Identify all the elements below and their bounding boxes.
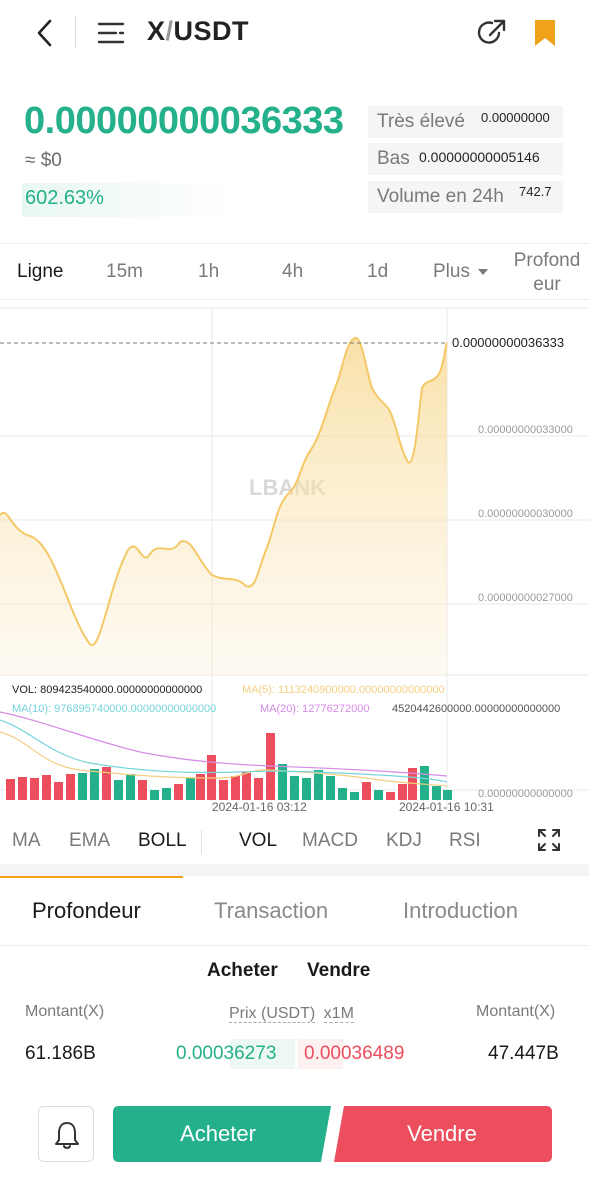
- price-tag: 0.00000000036333: [452, 335, 564, 350]
- tab-1d[interactable]: 1d: [367, 261, 388, 283]
- vol-zero-label: 0.00000000000000: [478, 788, 573, 800]
- menu-list-icon[interactable]: [97, 20, 125, 46]
- bid-price[interactable]: 0.00036273: [176, 1043, 276, 1065]
- price-area: [0, 337, 447, 675]
- stat-high-label: Très élevé: [377, 111, 465, 132]
- indicator-kdj[interactable]: KDJ: [386, 830, 422, 852]
- ma10-line: [0, 719, 448, 783]
- alert-button[interactable]: [38, 1106, 94, 1162]
- tab-depth[interactable]: Profond eur: [510, 249, 584, 297]
- price-multiplier: x1M: [323, 1005, 354, 1023]
- vol-max-label: 4520442600000.00000000000000: [392, 703, 560, 715]
- active-tab-indicator: [0, 876, 183, 878]
- stat-low-value: 0.00000000005146: [419, 149, 540, 165]
- stat-volume-value: 742.7: [519, 184, 552, 199]
- ma5-legend: MA(5): 1113240900000.00000000000000: [242, 684, 445, 696]
- share-external-icon[interactable]: [476, 17, 508, 49]
- ask-amount: 47.447B: [488, 1043, 559, 1064]
- tab-15m[interactable]: 15m: [106, 261, 143, 283]
- vol-legend: VOL: 809423540000.00000000000000: [12, 684, 202, 696]
- caret-down-icon: [478, 268, 489, 275]
- fullscreen-icon[interactable]: [537, 828, 561, 852]
- indicator-boll[interactable]: BOLL: [138, 830, 187, 852]
- back-icon[interactable]: [34, 18, 56, 48]
- indicator-vol[interactable]: VOL: [239, 830, 277, 852]
- tab-4h[interactable]: 4h: [282, 261, 303, 283]
- stat-low: Bas 0.00000000005146: [368, 143, 563, 175]
- amount-right-header: Montant(X): [476, 1003, 556, 1020]
- sell-button[interactable]: Vendre: [344, 1106, 540, 1162]
- timeframe-tabs: Ligne 15m 1h 4h 1d Plus Profond eur: [0, 243, 589, 300]
- trading-pair-title[interactable]: X/USDT: [147, 16, 249, 47]
- stat-high: Très élevé 0.00000000: [368, 106, 563, 138]
- tab-more-label: Plus: [433, 261, 470, 282]
- ma20-line: [0, 711, 448, 777]
- price-header[interactable]: Prix (USDT) x1M: [229, 1005, 354, 1023]
- y-axis-label: 0.00000000033000: [478, 424, 573, 436]
- stat-low-label: Bas: [377, 148, 410, 169]
- price-header-label: Prix (USDT): [229, 1005, 316, 1023]
- amount-left-header: Montant(X): [25, 1003, 105, 1020]
- indicator-macd[interactable]: MACD: [302, 830, 358, 852]
- last-price: 0.00000000036333: [24, 100, 344, 142]
- tab-transactions[interactable]: Transaction: [214, 898, 328, 924]
- bookmark-icon[interactable]: [533, 18, 557, 48]
- tab-introduction[interactable]: Introduction: [403, 898, 518, 924]
- stat-volume-label: Volume en 24h: [377, 186, 504, 207]
- bottom-action-bar: Acheter Vendre: [0, 1090, 589, 1200]
- tab-depth-book[interactable]: Profondeur: [32, 898, 141, 924]
- y-axis-label: 0.00000000027000: [478, 592, 573, 604]
- time-label: 2024-01-16 10:31: [399, 800, 494, 814]
- price-chart[interactable]: LBANK 0.00000000036333 0.00000000033000 …: [0, 300, 589, 815]
- pair-quote: USDT: [173, 16, 250, 46]
- usd-value: ≈ $0: [25, 150, 62, 171]
- section-tabs: Profondeur Transaction Introduction: [0, 876, 589, 946]
- indicator-tabs: MA EMA BOLL VOL MACD KDJ RSI: [0, 818, 589, 864]
- tab-line[interactable]: Ligne: [17, 261, 64, 283]
- bid-amount: 61.186B: [25, 1043, 96, 1064]
- indicator-rsi[interactable]: RSI: [449, 830, 481, 852]
- ma10-legend: MA(10): 976895740000.00000000000000: [12, 703, 216, 715]
- orderbook-sell-tab[interactable]: Vendre: [307, 960, 370, 982]
- divider: [75, 16, 76, 48]
- bell-icon: [55, 1122, 79, 1149]
- pair-base: X: [147, 16, 166, 46]
- tab-more[interactable]: Plus: [433, 261, 489, 283]
- indicator-ema[interactable]: EMA: [69, 830, 110, 852]
- time-label: 2024-01-16 03:12: [212, 800, 307, 814]
- change-percent: 602.63%: [25, 187, 104, 209]
- divider: [201, 830, 202, 854]
- ma20-legend: MA(20): 12776272000: [260, 703, 369, 715]
- buy-button[interactable]: Acheter: [113, 1106, 323, 1162]
- y-axis-label: 0.00000000030000: [478, 508, 573, 520]
- tab-depth-line2: eur: [533, 274, 561, 295]
- indicator-ma[interactable]: MA: [12, 830, 41, 852]
- tab-1h[interactable]: 1h: [198, 261, 219, 283]
- orderbook-buy-tab[interactable]: Acheter: [207, 960, 278, 982]
- ask-price[interactable]: 0.00036489: [304, 1043, 404, 1065]
- pair-slash: /: [165, 16, 174, 46]
- stat-high-value: 0.00000000: [481, 110, 550, 125]
- section-separator: [0, 864, 589, 876]
- stat-volume: Volume en 24h 742.7: [368, 181, 563, 213]
- top-bar: X/USDT: [0, 0, 589, 66]
- tab-depth-line1: Profond: [513, 250, 581, 271]
